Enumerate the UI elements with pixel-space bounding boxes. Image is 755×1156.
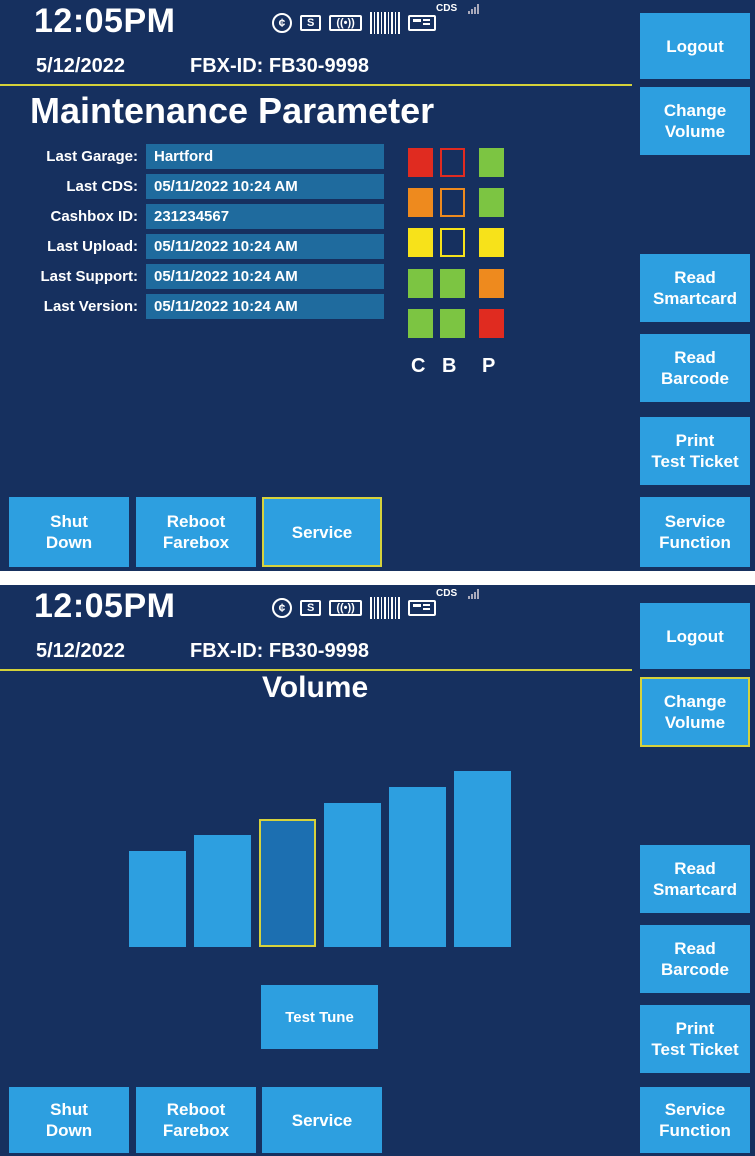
indicator-c-2 xyxy=(408,188,433,217)
card-icon xyxy=(407,600,436,616)
param-label-support: Last Support: xyxy=(40,268,139,285)
indicator-c-4 xyxy=(408,269,433,298)
indicator-p-5 xyxy=(479,309,504,338)
coin-icon: ¢ xyxy=(272,13,292,33)
clock-time: 12:05PM xyxy=(34,587,176,625)
volume-screen: 12:05PM 5/12/2022 FBX-ID: FB30-9998 ¢ S … xyxy=(0,585,755,1156)
service-function-button[interactable]: Service Function xyxy=(640,1087,750,1153)
indicator-p-3 xyxy=(479,228,504,257)
param-value-support: 05/11/2022 10:24 AM xyxy=(146,264,384,289)
indicator-b-3 xyxy=(440,228,465,257)
param-label-upload: Last Upload: xyxy=(47,238,138,255)
volume-level-5[interactable] xyxy=(389,787,446,947)
indicator-c-5 xyxy=(408,309,433,338)
signal-icon xyxy=(468,4,480,14)
shut-down-button[interactable]: Shut Down xyxy=(9,1087,129,1153)
test-tune-button[interactable]: Test Tune xyxy=(261,985,378,1049)
indicator-b-5 xyxy=(440,309,465,338)
card-icon xyxy=(407,15,436,31)
farebox-id: FBX-ID: FB30-9998 xyxy=(190,55,369,77)
service-function-button[interactable]: Service Function xyxy=(640,497,750,567)
param-value-cds: 05/11/2022 10:24 AM xyxy=(146,174,384,199)
bill-icon: S xyxy=(300,600,322,616)
volume-level-2[interactable] xyxy=(194,835,251,947)
barcode-icon xyxy=(369,597,400,619)
param-label-garage: Last Garage: xyxy=(46,148,138,165)
clock-time: 12:05PM xyxy=(34,2,176,40)
read-barcode-button[interactable]: Read Barcode xyxy=(640,334,750,402)
indicator-c-3 xyxy=(408,228,433,257)
shut-down-button[interactable]: Shut Down xyxy=(9,497,129,567)
column-label-b: B xyxy=(442,355,457,377)
date-display: 5/12/2022 xyxy=(36,640,125,662)
indicator-c-1 xyxy=(408,148,433,177)
status-icons: ¢ S ((•)) xyxy=(272,595,436,621)
column-label-c: C xyxy=(411,355,426,377)
param-label-cds: Last CDS: xyxy=(66,178,138,195)
maintenance-screen: 12:05PM 5/12/2022 FBX-ID: FB30-9998 ¢ S … xyxy=(0,0,755,571)
logout-button[interactable]: Logout xyxy=(640,13,750,79)
param-value-upload: 05/11/2022 10:24 AM xyxy=(146,234,384,259)
indicator-p-4 xyxy=(479,269,504,298)
param-value-cashbox: 231234567 xyxy=(146,204,384,229)
barcode-icon xyxy=(369,12,400,34)
param-label-cashbox: Cashbox ID: xyxy=(50,208,138,225)
header-divider xyxy=(0,84,632,86)
print-test-ticket-button[interactable]: Print Test Ticket xyxy=(640,1005,750,1073)
service-button[interactable]: Service xyxy=(262,1087,382,1153)
volume-level-4[interactable] xyxy=(324,803,381,947)
indicator-p-1 xyxy=(479,148,504,177)
cds-label: CDS xyxy=(436,588,458,599)
reboot-farebox-button[interactable]: Reboot Farebox xyxy=(136,1087,256,1153)
param-value-version: 05/11/2022 10:24 AM xyxy=(146,294,384,319)
cds-label: CDS xyxy=(436,3,458,14)
date-display: 5/12/2022 xyxy=(36,55,125,77)
change-volume-button[interactable]: Change Volume xyxy=(640,677,750,747)
indicator-b-1 xyxy=(440,148,465,177)
read-smartcard-button[interactable]: Read Smartcard xyxy=(640,254,750,322)
reboot-farebox-button[interactable]: Reboot Farebox xyxy=(136,497,256,567)
param-label-version: Last Version: xyxy=(43,298,138,315)
read-smartcard-button[interactable]: Read Smartcard xyxy=(640,845,750,913)
page-title: Volume xyxy=(262,671,369,704)
indicator-p-2 xyxy=(479,188,504,217)
volume-level-1[interactable] xyxy=(129,851,186,947)
column-label-p: P xyxy=(482,355,496,377)
page-title: Maintenance Parameter xyxy=(30,90,435,131)
signal-icon xyxy=(468,589,480,599)
volume-level-3[interactable] xyxy=(259,819,316,947)
change-volume-button[interactable]: Change Volume xyxy=(640,87,750,155)
contactless-icon: ((•)) xyxy=(329,600,362,616)
read-barcode-button[interactable]: Read Barcode xyxy=(640,925,750,993)
contactless-icon: ((•)) xyxy=(329,15,362,31)
farebox-id: FBX-ID: FB30-9998 xyxy=(190,640,369,662)
logout-button[interactable]: Logout xyxy=(640,603,750,669)
param-value-garage: Hartford xyxy=(146,144,384,169)
indicator-b-4 xyxy=(440,269,465,298)
service-button[interactable]: Service xyxy=(262,497,382,567)
coin-icon: ¢ xyxy=(272,598,292,618)
indicator-b-2 xyxy=(440,188,465,217)
print-test-ticket-button[interactable]: Print Test Ticket xyxy=(640,417,750,485)
status-icons: ¢ S ((•)) xyxy=(272,10,436,36)
volume-level-6[interactable] xyxy=(454,771,511,947)
bill-icon: S xyxy=(300,15,322,31)
